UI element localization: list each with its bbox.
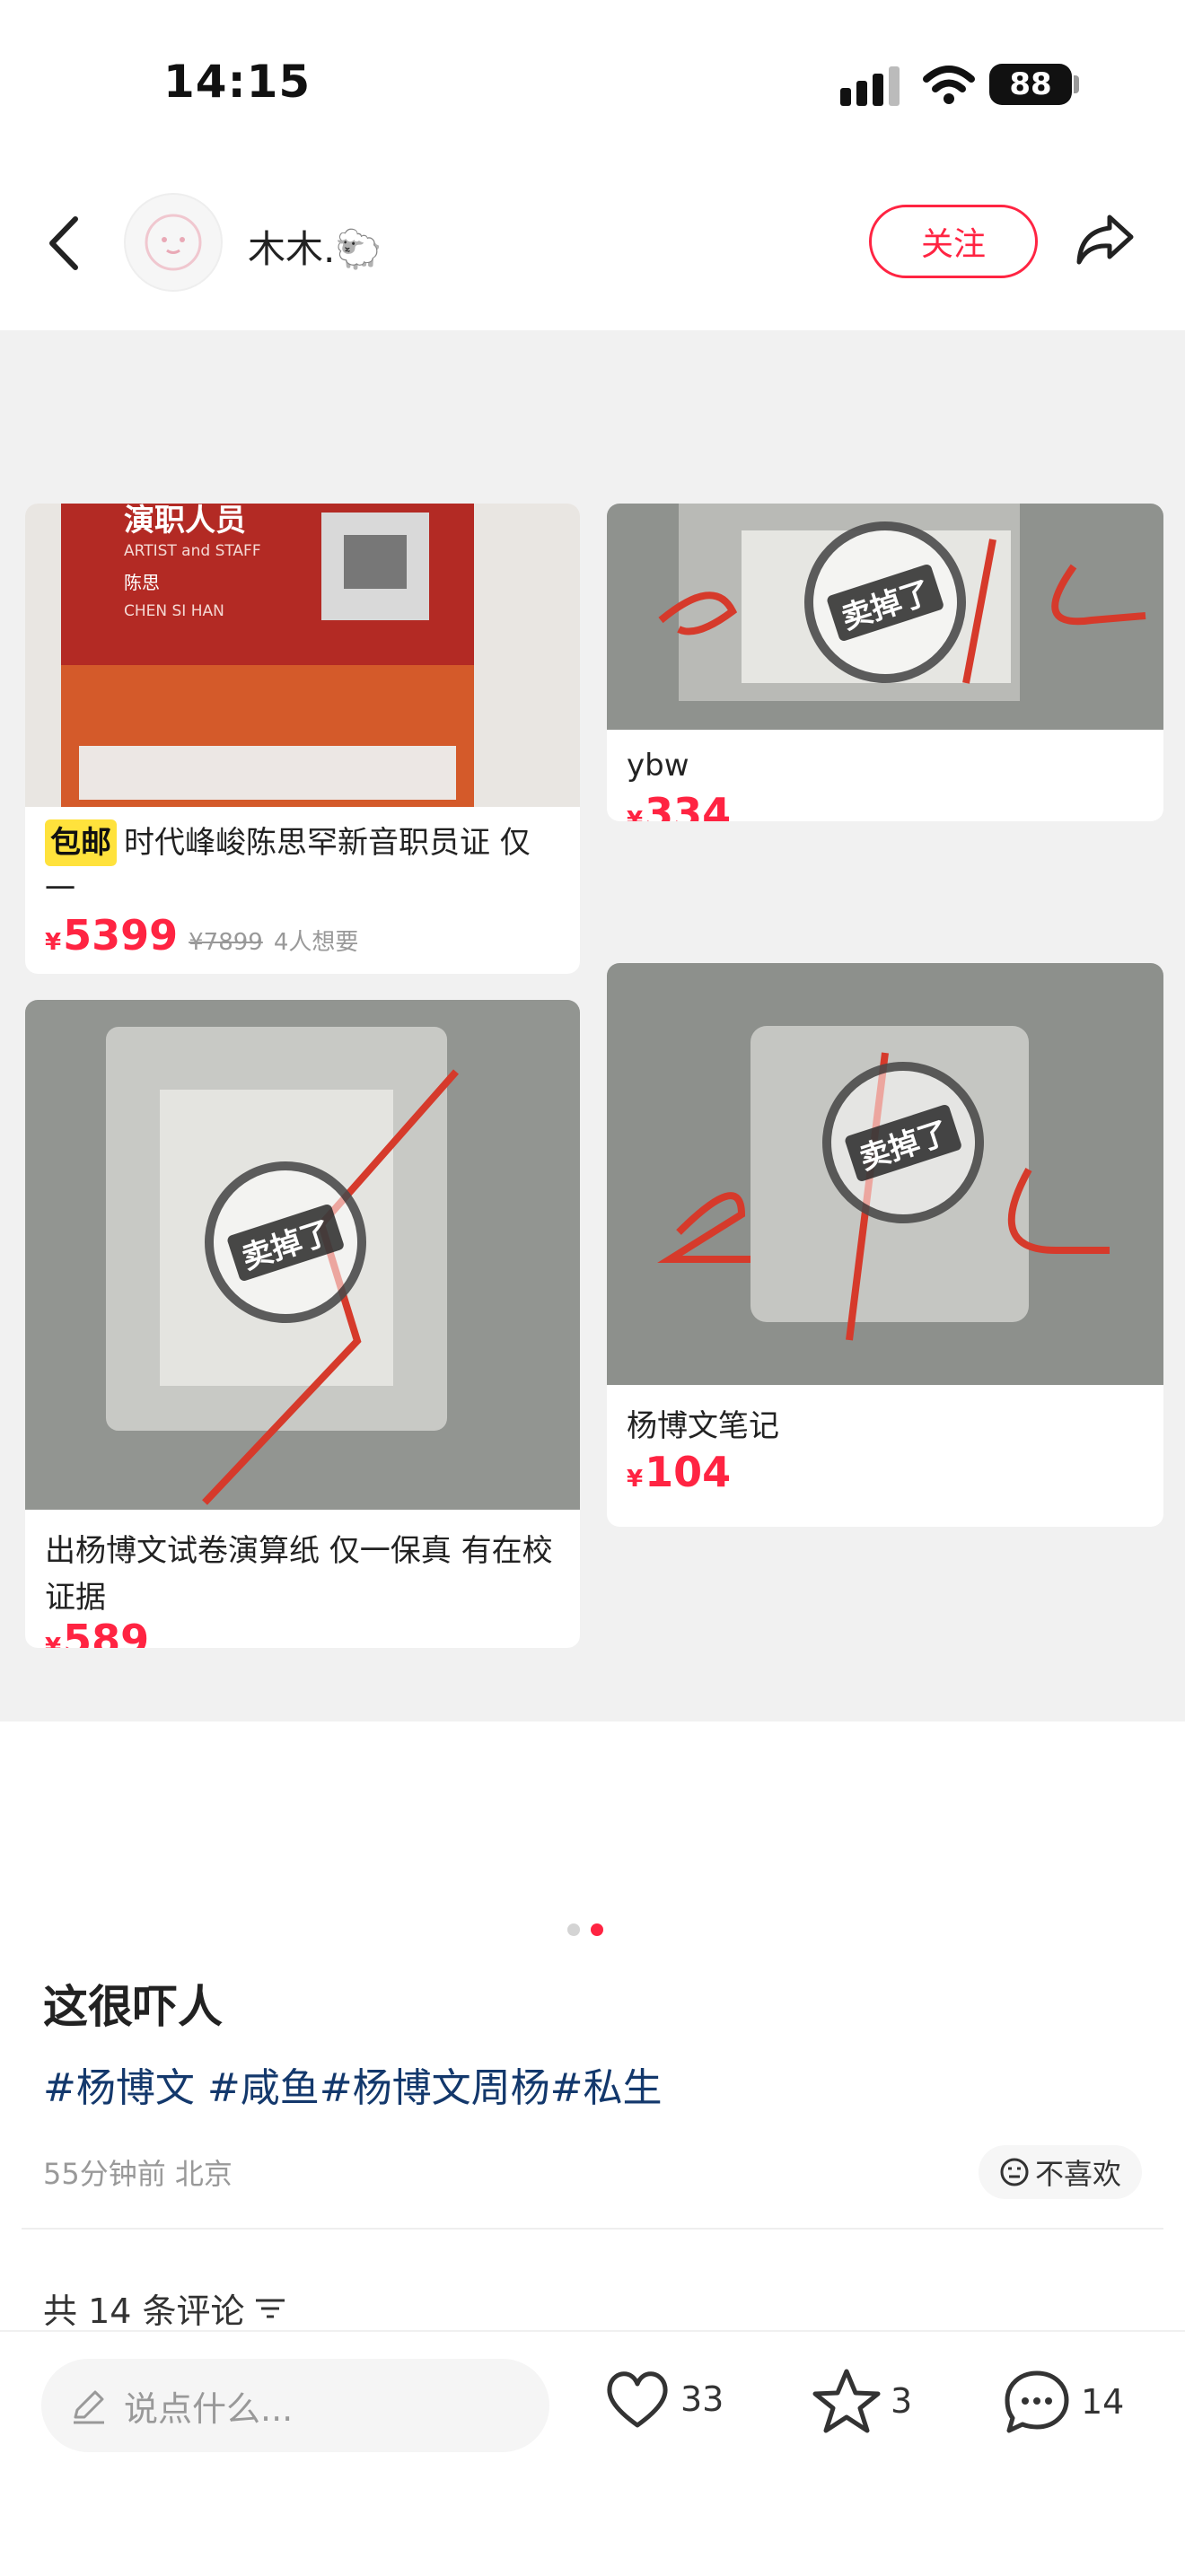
product-title: 出杨博文试卷演算纸 仅一保真 有在校证据 (45, 1533, 553, 1616)
price-row: ¥ 589 (45, 1616, 149, 1648)
back-arrow-icon[interactable] (47, 215, 83, 271)
comment-count: 14 (1081, 2382, 1125, 2422)
collect-count: 3 (891, 2381, 913, 2421)
battery-indicator: 88 (989, 64, 1072, 105)
comment-placeholder: 说点什么... (124, 2388, 294, 2429)
price-row: ¥ 5399 ¥7899 4人想要 (45, 911, 359, 959)
wants-count: 4人想要 (273, 929, 359, 956)
divider (22, 2228, 1163, 2230)
price-row: ¥ 104 (627, 1448, 732, 1496)
signal-icon (840, 66, 900, 106)
product-price: 104 (645, 1448, 732, 1496)
carousel-dot (567, 1923, 580, 1936)
battery-cap (1074, 75, 1079, 93)
post-image-carousel[interactable]: 演职人员 ARTIST and STAFF 陈思 CHEN SI HAN 包邮时… (0, 330, 1185, 1722)
product-card[interactable]: 卖掉了 出杨博文试卷演算纸 仅一保真 有在校证据 ¥ 589 (25, 1000, 580, 1648)
dislike-button[interactable]: 不喜欢 (979, 2145, 1142, 2199)
collect-button[interactable]: 3 (812, 2368, 912, 2434)
comment-count-header[interactable]: 共 14 条评论 (43, 2283, 286, 2333)
product-card[interactable]: 演职人员 ARTIST and STAFF 陈思 CHEN SI HAN 包邮时… (25, 504, 580, 974)
product-card[interactable]: 卖掉了 杨博文笔记 ¥ 104 (607, 963, 1163, 1527)
wifi-icon (923, 66, 975, 104)
share-icon[interactable] (1074, 212, 1137, 267)
chat-bubble-icon (1005, 2370, 1069, 2433)
product-price: 5399 (63, 911, 179, 959)
post-hashtags[interactable]: #杨博文 #咸鱼#杨博文周杨#私生 (43, 2055, 662, 2113)
star-icon (812, 2369, 881, 2433)
post-meta: 55分钟前 北京 (43, 2157, 233, 2191)
card-text-line1: 演职人员 (124, 504, 246, 539)
pencil-icon (74, 2390, 104, 2424)
product-price: 334 (645, 789, 732, 821)
product-title: 包邮 时代峰峻陈思罕新音职员证 仅一 (45, 819, 560, 913)
avatar-sheep-icon (145, 214, 202, 271)
product-price: 589 (63, 1616, 150, 1648)
card-text-line2: ARTIST and STAFF (124, 542, 261, 560)
follow-button[interactable]: 关注 (869, 205, 1038, 278)
product-photo: 演职人员 ARTIST and STAFF 陈思 CHEN SI HAN (25, 504, 580, 807)
comment-input[interactable]: 说点什么... (41, 2359, 549, 2452)
like-count: 33 (680, 2379, 724, 2419)
username[interactable]: 木木.🐑 (248, 219, 382, 274)
carousel-dot-active (591, 1923, 603, 1936)
original-price: ¥7899 (189, 929, 263, 956)
carousel-indicator (567, 1923, 603, 1936)
post-title: 这很吓人 (43, 1981, 223, 2033)
price-row: ¥ 334 (627, 789, 731, 821)
product-card[interactable]: 卖掉了 ybw ¥ 334 (607, 504, 1163, 821)
like-button[interactable]: 33 (603, 2368, 724, 2431)
comment-button[interactable]: 14 (1002, 2368, 1124, 2436)
status-time: 14:15 (163, 56, 312, 108)
dislike-face-icon (1000, 2158, 1029, 2186)
sort-icon[interactable] (254, 2295, 286, 2322)
free-shipping-tag: 包邮 (45, 819, 117, 866)
product-title: 杨博文笔记 (627, 1408, 779, 1444)
avatar[interactable] (124, 193, 223, 292)
card-text-line3: 陈思 (124, 572, 160, 593)
product-title: ybw (627, 748, 689, 784)
card-text-line4: CHEN SI HAN (124, 602, 224, 620)
heart-icon (607, 2371, 668, 2428)
